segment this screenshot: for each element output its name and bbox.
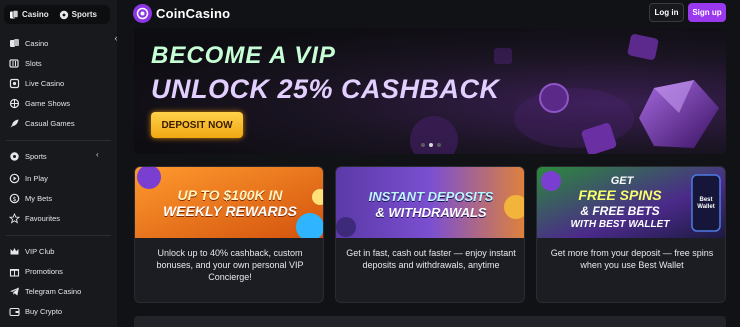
promo-card-vip-rewards[interactable]: UP TO $100K IN WEEKLY REWARDS Unlock up …: [134, 166, 324, 303]
sidebar-item-live-casino[interactable]: Live Casino: [9, 76, 64, 90]
sidebar-item-in-play[interactable]: In Play: [9, 171, 48, 185]
promo-headline: WEEKLY REWARDS: [162, 203, 298, 219]
carousel-dot-active[interactable]: [429, 143, 433, 147]
sidebar-item-label: Favourites: [25, 213, 61, 223]
sidebar-item-label: Sports: [25, 151, 47, 161]
top-header: CoinCasino Log in Sign up: [117, 0, 740, 28]
tab-sports-label: Sports: [71, 10, 98, 19]
promo-headline: INSTANT DEPOSITS: [368, 189, 494, 204]
sidebar-item-label: Game Shows: [25, 98, 71, 108]
tab-casino-label: Casino: [22, 10, 49, 19]
promo-description: Get in fast, cash out faster — enjoy ins…: [346, 248, 516, 270]
logo[interactable]: CoinCasino: [133, 4, 230, 23]
promo-headline: & FREE BETS: [580, 204, 660, 218]
promo-headline: UP TO $100K IN: [177, 187, 283, 203]
play-icon: [9, 173, 20, 184]
hero-subtitle: UNLOCK 25% CASHBACK: [151, 74, 500, 104]
sidebar-divider: [6, 235, 111, 236]
sidebar-item-label: My Bets: [25, 193, 53, 203]
slot-icon: [9, 58, 20, 69]
promo-description: Unlock up to 40% cashback, custom bonuse…: [156, 248, 304, 282]
logo-text: CoinCasino: [156, 6, 231, 21]
sidebar-collapse-button[interactable]: ‹: [110, 32, 122, 44]
bottom-strip: [134, 316, 726, 327]
wallet-icon: [9, 306, 20, 317]
sidebar-item-label: VIP Club: [25, 246, 55, 256]
gift-icon: [9, 266, 20, 277]
signup-button[interactable]: Sign up: [688, 3, 726, 22]
hero-banner[interactable]: BECOME A VIP UNLOCK 25% CASHBACK DEPOSIT…: [134, 28, 726, 154]
sidebar-item-game-shows[interactable]: Game Shows: [9, 96, 70, 110]
chevron-left-icon: ‹: [114, 33, 118, 43]
carousel-dot[interactable]: [437, 143, 441, 147]
sidebar-item-buy-crypto[interactable]: Buy Crypto: [9, 304, 62, 318]
chevron-left-icon[interactable]: ‹: [96, 150, 99, 159]
vertical-switcher: Casino Sports: [4, 5, 110, 24]
cards-icon: [9, 9, 19, 20]
sidebar-item-label: Promotions: [25, 266, 63, 276]
sidebar-item-label: Buy Crypto: [25, 306, 63, 316]
sidebar-item-promotions[interactable]: Promotions: [9, 264, 63, 278]
sidebar-item-label: Casino: [25, 38, 49, 48]
rocket-icon: [9, 118, 20, 129]
tab-sports[interactable]: Sports: [54, 5, 102, 24]
sidebar-item-label: Slots: [25, 58, 42, 68]
hero-title: BECOME A VIP: [151, 42, 336, 69]
live-icon: [9, 78, 20, 89]
sidebar-item-label: Telegram Casino: [25, 286, 82, 296]
telegram-icon: [9, 286, 20, 297]
star-icon: [9, 212, 20, 224]
promo-headline: FREE SPINS: [578, 187, 662, 203]
sidebar-item-telegram-casino[interactable]: Telegram Casino: [9, 284, 81, 298]
tab-casino[interactable]: Casino: [4, 5, 54, 24]
ball-icon: [9, 151, 20, 162]
wheel-icon: [9, 98, 20, 109]
sidebar-item-label: Casual Games: [25, 118, 75, 128]
login-button[interactable]: Log in: [649, 3, 684, 22]
best-wallet-badge: Best Wallet: [697, 197, 715, 210]
sidebar-item-label: In Play: [25, 173, 48, 183]
promo-headline: WITH BEST WALLET: [570, 219, 670, 230]
logo-coin-icon: [133, 4, 152, 23]
sidebar-item-label: Live Casino: [25, 78, 65, 88]
promo-headline: & WITHDRAWALS: [375, 205, 487, 220]
cards-icon: [9, 38, 20, 49]
promo-description: Get more from your deposit — free spins …: [550, 248, 714, 270]
ball-icon: [59, 10, 69, 20]
carousel-dot[interactable]: [421, 143, 425, 147]
deposit-now-button[interactable]: DEPOSIT NOW: [151, 112, 243, 138]
sidebar-item-casino[interactable]: Casino: [9, 36, 48, 50]
sidebar-item-my-bets[interactable]: $ My Bets: [9, 191, 52, 205]
sidebar-item-slots[interactable]: Slots: [9, 56, 42, 70]
promo-card-instant-deposits[interactable]: INSTANT DEPOSITS & WITHDRAWALS Get in fa…: [335, 166, 525, 303]
sidebar-item-sports[interactable]: Sports: [9, 149, 47, 163]
svg-text:$: $: [13, 195, 17, 202]
sidebar-item-vip-club[interactable]: VIP Club: [9, 244, 54, 258]
promo-headline: GET: [610, 175, 634, 187]
sidebar-divider: [6, 140, 111, 141]
sidebar-item-casual-games[interactable]: Casual Games: [9, 116, 75, 130]
sidebar-item-favourites[interactable]: Favourites: [9, 211, 60, 225]
dollar-icon: $: [9, 193, 20, 204]
promo-card-free-spins[interactable]: GET FREE SPINS & FREE BETS WITH BEST WAL…: [536, 166, 726, 303]
sidebar: Casino Sports Casino Slots Live Casino G…: [0, 0, 117, 327]
carousel-dots: [421, 143, 441, 147]
crown-icon: [9, 246, 20, 257]
